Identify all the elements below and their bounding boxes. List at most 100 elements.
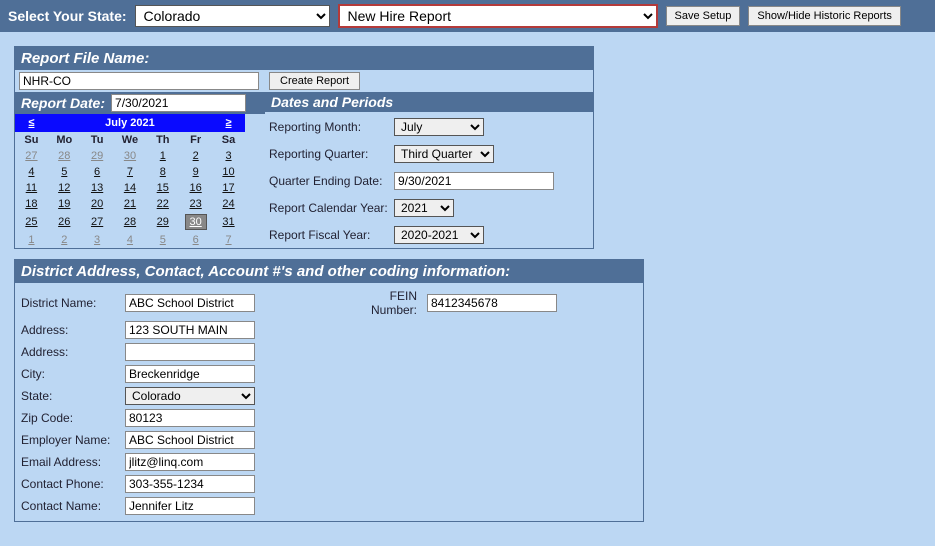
create-report-button[interactable]: Create Report [269, 72, 360, 90]
calendar-dow: Sa [212, 132, 245, 148]
calendar-dow: Tu [81, 132, 114, 148]
fein-input[interactable] [427, 294, 557, 312]
calendar-day[interactable]: 15 [157, 182, 169, 194]
calendar-next[interactable]: ≥ [226, 117, 232, 129]
calendar-day[interactable]: 2 [193, 150, 199, 162]
employer-name-input[interactable] [125, 431, 255, 449]
contact-header: District Address, Contact, Account #'s a… [15, 260, 643, 283]
file-name-header: Report File Name: [15, 47, 593, 70]
district-name-label: District Name: [21, 296, 121, 310]
state-label: State: [21, 389, 121, 403]
calendar-day[interactable]: 14 [124, 182, 136, 194]
reporting-quarter-label: Reporting Quarter: [269, 147, 394, 161]
select-state-label: Select Your State: [8, 8, 127, 24]
report-file-panel: Report File Name: Create Report Report D… [14, 46, 594, 249]
contact-name-input[interactable] [125, 497, 255, 515]
phone-label: Contact Phone: [21, 477, 121, 491]
calendar-day[interactable]: 23 [190, 198, 202, 210]
calendar-day[interactable]: 5 [160, 234, 166, 246]
calendar-day[interactable]: 13 [91, 182, 103, 194]
calendar-day[interactable]: 7 [225, 234, 231, 246]
calendar-day[interactable]: 5 [61, 166, 67, 178]
calendar-day[interactable]: 9 [193, 166, 199, 178]
contact-state-select[interactable]: Colorado [125, 387, 255, 405]
address1-label: Address: [21, 323, 121, 337]
calendar-day[interactable]: 27 [25, 150, 37, 162]
calendar-day[interactable]: 29 [157, 216, 169, 228]
calendar-day[interactable]: 2 [61, 234, 67, 246]
city-label: City: [21, 367, 121, 381]
calendar-day[interactable]: 25 [25, 216, 37, 228]
calendar-dow: Su [15, 132, 48, 148]
calendar-day[interactable]: 1 [160, 150, 166, 162]
calendar-day[interactable]: 22 [157, 198, 169, 210]
calendar-day[interactable]: 6 [94, 166, 100, 178]
calendar-day[interactable]: 31 [222, 216, 234, 228]
calendar-day[interactable]: 18 [25, 198, 37, 210]
report-type-select[interactable]: New Hire Report [338, 4, 658, 28]
calendar-day[interactable]: 29 [91, 150, 103, 162]
calendar-day[interactable]: 1 [28, 234, 34, 246]
calendar-day[interactable]: 28 [58, 150, 70, 162]
calendar-day[interactable]: 4 [28, 166, 34, 178]
dates-periods-header: Dates and Periods [265, 92, 593, 112]
toggle-historic-button[interactable]: Show/Hide Historic Reports [748, 6, 901, 26]
email-label: Email Address: [21, 455, 121, 469]
calendar-year-label: Report Calendar Year: [269, 201, 394, 215]
address2-label: Address: [21, 345, 121, 359]
report-date-label: Report Date: [21, 95, 105, 111]
calendar-day[interactable]: 12 [58, 182, 70, 194]
report-date-header: Report Date: [15, 92, 265, 114]
zip-label: Zip Code: [21, 411, 121, 425]
calendar-day[interactable]: 3 [225, 150, 231, 162]
calendar-dow: Fr [179, 132, 212, 148]
calendar-day[interactable]: 16 [190, 182, 202, 194]
save-setup-button[interactable]: Save Setup [666, 6, 741, 26]
calendar-day[interactable]: 30 [185, 214, 207, 230]
fein-label: FEIN Number: [343, 289, 423, 317]
report-date-input[interactable] [111, 94, 246, 112]
calendar-day[interactable]: 11 [26, 182, 37, 194]
calendar-day[interactable]: 10 [222, 166, 234, 178]
calendar-day[interactable]: 19 [58, 198, 70, 210]
calendar-day[interactable]: 17 [222, 182, 234, 194]
fiscal-year-select[interactable]: 2020-2021 [394, 226, 484, 244]
address2-input[interactable] [125, 343, 255, 361]
calendar-day[interactable]: 24 [222, 198, 234, 210]
calendar-day[interactable]: 27 [91, 216, 103, 228]
calendar-day[interactable]: 3 [94, 234, 100, 246]
address1-input[interactable] [125, 321, 255, 339]
calendar-dow: Mo [48, 132, 81, 148]
reporting-quarter-select[interactable]: Third Quarter [394, 145, 494, 163]
calendar-day[interactable]: 6 [193, 234, 199, 246]
calendar-day[interactable]: 7 [127, 166, 133, 178]
calendar-day[interactable]: 20 [91, 198, 103, 210]
reporting-month-select[interactable]: July [394, 118, 484, 136]
calendar-year-select[interactable]: 2021 [394, 199, 454, 217]
zip-input[interactable] [125, 409, 255, 427]
calendar-dow: Th [146, 132, 179, 148]
state-select[interactable]: Colorado [135, 5, 330, 27]
contact-panel: District Address, Contact, Account #'s a… [14, 259, 644, 522]
calendar-title: July 2021 [48, 114, 212, 132]
calendar-day[interactable]: 28 [124, 216, 136, 228]
district-name-input[interactable] [125, 294, 255, 312]
calendar-dow: We [114, 132, 147, 148]
city-input[interactable] [125, 365, 255, 383]
calendar-prev[interactable]: ≤ [28, 117, 34, 129]
top-bar: Select Your State: Colorado New Hire Rep… [0, 0, 935, 32]
contact-name-label: Contact Name: [21, 499, 121, 513]
email-input[interactable] [125, 453, 255, 471]
employer-name-label: Employer Name: [21, 433, 121, 447]
fiscal-year-label: Report Fiscal Year: [269, 228, 394, 242]
quarter-end-label: Quarter Ending Date: [269, 174, 394, 188]
calendar-day[interactable]: 4 [127, 234, 133, 246]
calendar-day[interactable]: 8 [160, 166, 166, 178]
file-name-input[interactable] [19, 72, 259, 90]
quarter-end-input[interactable] [394, 172, 554, 190]
phone-input[interactable] [125, 475, 255, 493]
calendar-day[interactable]: 30 [124, 150, 136, 162]
reporting-month-label: Reporting Month: [269, 120, 394, 134]
calendar-day[interactable]: 26 [58, 216, 70, 228]
calendar-day[interactable]: 21 [124, 198, 136, 210]
